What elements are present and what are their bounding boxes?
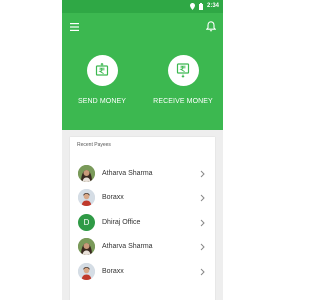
payee-row-atharva-sharma[interactable]: Atharva Sharma xyxy=(70,237,215,257)
avatar-letter: D xyxy=(78,214,95,231)
phone-screen: 2:34 SEND MONEY RECEIVE MONEY Recent Pay… xyxy=(62,0,223,300)
payee-row-boraxx[interactable]: Boraxx xyxy=(70,188,215,208)
payee-name: Boraxx xyxy=(102,194,124,201)
menu-icon[interactable] xyxy=(70,23,79,31)
chevron-right-icon xyxy=(200,268,205,276)
header: SEND MONEY RECEIVE MONEY xyxy=(62,13,223,130)
send-money-circle xyxy=(86,55,118,86)
battery-icon xyxy=(198,3,203,10)
payee-name: Dhiraj Office xyxy=(102,219,141,226)
send-money-label: SEND MONEY xyxy=(77,98,127,105)
send-money-button[interactable]: SEND MONEY xyxy=(62,55,142,105)
receive-money-label: RECEIVE MONEY xyxy=(153,98,213,105)
recent-payees-card: Recent Payees Atharva Sharma Boraxx D Dh… xyxy=(70,137,215,300)
photo-avatar-man xyxy=(78,189,95,206)
payee-name: Atharva Sharma xyxy=(102,243,153,250)
receive-money-circle xyxy=(167,55,199,86)
avatar xyxy=(78,189,95,206)
payee-name: Atharva Sharma xyxy=(102,170,153,177)
chevron-right-icon xyxy=(200,243,205,251)
chevron-right-icon xyxy=(200,170,205,178)
photo-avatar-man xyxy=(78,263,95,280)
status-bar: 2:34 xyxy=(62,0,223,13)
receive-money-button[interactable]: RECEIVE MONEY xyxy=(143,55,223,105)
chevron-right-icon xyxy=(200,219,205,227)
photo-avatar-woman xyxy=(78,238,95,255)
payee-row-dhiraj-office[interactable]: D Dhiraj Office xyxy=(70,213,215,233)
status-icons: 2:34 xyxy=(189,2,219,11)
payee-row-boraxx[interactable]: Boraxx xyxy=(70,262,215,282)
location-icon xyxy=(189,3,195,10)
status-time: 2:34 xyxy=(206,3,219,9)
avatar xyxy=(78,165,95,182)
avatar xyxy=(78,238,95,255)
rupee-receive-icon xyxy=(176,63,190,78)
photo-avatar-woman xyxy=(78,165,95,182)
payee-name: Boraxx xyxy=(102,268,124,275)
payee-row-atharva-sharma[interactable]: Atharva Sharma xyxy=(70,164,215,184)
recent-payees-title: Recent Payees xyxy=(77,142,111,148)
chevron-right-icon xyxy=(200,194,205,202)
rupee-send-icon xyxy=(95,63,109,76)
avatar xyxy=(78,263,95,280)
bell-icon[interactable] xyxy=(206,21,216,32)
